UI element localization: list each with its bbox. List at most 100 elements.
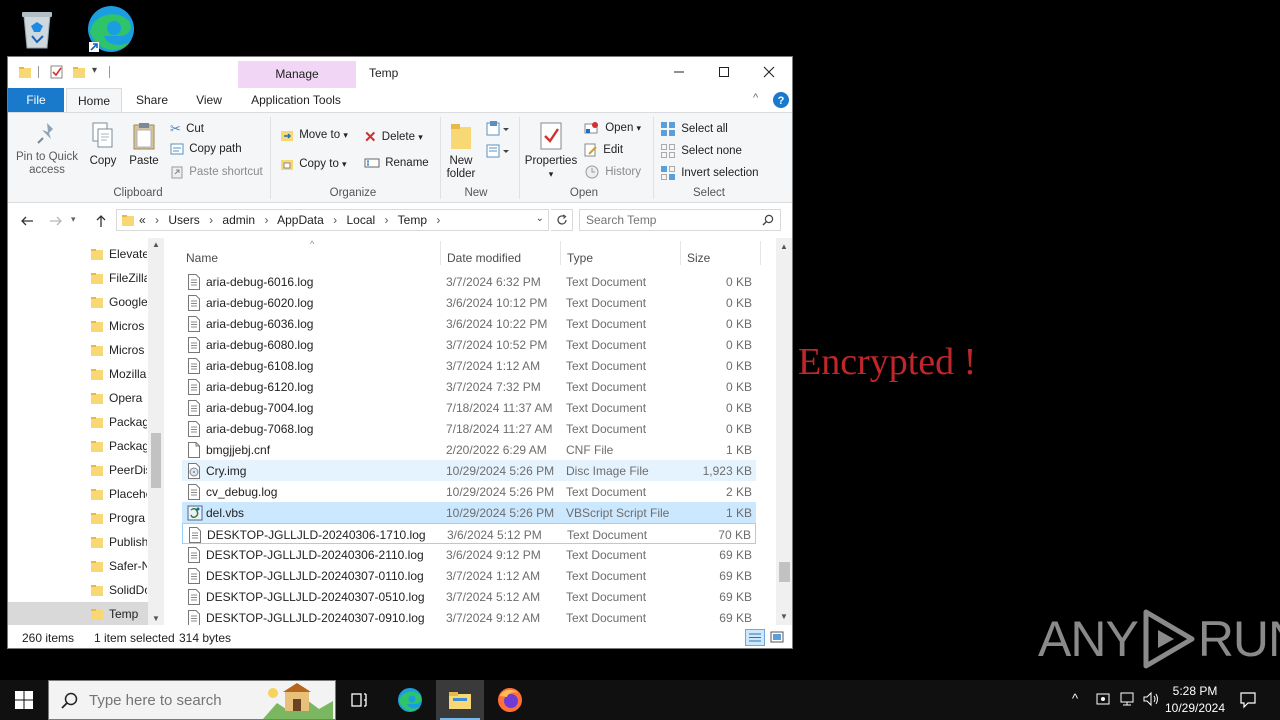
tab-home[interactable]: Home <box>66 88 122 112</box>
nav-folder-item[interactable]: Safer-N <box>8 554 148 578</box>
invert-selection-button[interactable]: Invert selection <box>660 165 759 181</box>
tab-application-tools[interactable]: Application Tools <box>240 88 352 112</box>
nav-folder-item[interactable]: Temp <box>8 602 148 625</box>
move-to-button[interactable]: Move to ▾ <box>280 128 348 142</box>
edge-shortcut-icon[interactable] <box>84 4 134 52</box>
file-row[interactable]: DESKTOP-JGLLJLD-20240306-2110.log 3/6/202… <box>182 544 756 565</box>
nav-scrollbar[interactable]: ▲ ▼ <box>148 238 164 625</box>
volume-icon[interactable] <box>1142 691 1160 707</box>
address-field[interactable]: « › Users › admin › AppData › Local › Te… <box>116 209 549 231</box>
back-button[interactable] <box>19 213 35 229</box>
network-icon[interactable] <box>1118 691 1136 707</box>
nav-folder-item[interactable]: SolidDo <box>8 578 148 602</box>
column-header-size[interactable]: Size <box>687 251 710 265</box>
file-row[interactable]: aria-debug-6036.log 3/6/2024 10:22 PM Text… <box>182 313 756 334</box>
nav-folder-item[interactable]: Opera <box>8 386 148 410</box>
scroll-up-icon[interactable]: ▲ <box>780 242 788 251</box>
nav-folder-item[interactable]: Packag <box>8 434 148 458</box>
up-button[interactable] <box>93 213 109 229</box>
scroll-down-icon[interactable]: ▼ <box>780 612 788 621</box>
select-all-button[interactable]: Select all <box>660 121 728 137</box>
search-box[interactable] <box>579 209 781 231</box>
breadcrumb-temp[interactable]: Temp <box>398 213 427 227</box>
column-divider[interactable] <box>560 241 561 265</box>
column-header-name[interactable]: Name <box>186 251 218 265</box>
properties-quick-icon[interactable] <box>50 65 64 79</box>
scroll-down-icon[interactable]: ▼ <box>152 614 160 623</box>
nav-scroll-thumb[interactable] <box>151 433 161 488</box>
breadcrumb-local[interactable]: Local <box>347 213 376 227</box>
file-row[interactable]: aria-debug-6020.log 3/6/2024 10:12 PM Text… <box>182 292 756 313</box>
file-row[interactable]: DESKTOP-JGLLJLD-20240307-0910.log 3/7/202… <box>182 607 756 625</box>
refresh-button[interactable] <box>551 209 573 231</box>
paste-shortcut-button[interactable]: Paste shortcut <box>170 165 263 179</box>
large-icons-view-icon[interactable] <box>770 630 784 644</box>
search-input[interactable] <box>586 213 756 227</box>
file-row[interactable]: aria-debug-6016.log 3/7/2024 6:32 PM Text … <box>182 271 756 292</box>
column-header-date[interactable]: Date modified <box>447 251 521 265</box>
collapse-ribbon-icon[interactable]: ^ <box>753 92 758 104</box>
file-row[interactable]: cv_debug.log 10/29/2024 5:26 PM Text Docum… <box>182 481 756 502</box>
start-button[interactable] <box>0 680 48 720</box>
history-button[interactable]: History <box>584 165 641 179</box>
file-row[interactable]: aria-debug-6080.log 3/7/2024 10:52 PM Text… <box>182 334 756 355</box>
new-folder-quick-icon[interactable] <box>72 65 86 79</box>
paste-button[interactable]: Paste <box>126 121 162 168</box>
quick-access-dropdown-icon[interactable]: ▾ <box>92 65 97 76</box>
file-row[interactable]: aria-debug-7068.log 7/18/2024 11:27 AM Tex… <box>182 418 756 439</box>
file-row[interactable]: aria-debug-6120.log 3/7/2024 7:32 PM Text … <box>182 376 756 397</box>
close-button[interactable] <box>746 57 791 87</box>
file-row[interactable]: bmgjjebj.cnf 2/20/2022 6:29 AM CNF File 1 K… <box>182 439 756 460</box>
breadcrumb-overflow[interactable]: « <box>139 213 146 227</box>
column-header-type[interactable]: Type <box>567 251 593 265</box>
column-divider[interactable] <box>760 241 761 265</box>
file-row[interactable]: aria-debug-7004.log 7/18/2024 11:37 AM Tex… <box>182 397 756 418</box>
nav-folder-item[interactable]: Publish <box>8 530 148 554</box>
easy-access-icon[interactable] <box>486 143 510 159</box>
file-list-scroll-thumb[interactable] <box>779 562 790 582</box>
file-row[interactable]: DESKTOP-JGLLJLD-20240306-1710.log 3/6/202… <box>182 523 756 544</box>
tab-view[interactable]: View <box>184 88 234 112</box>
file-row[interactable]: Cry.img 10/29/2024 5:26 PM Disc Image File… <box>182 460 756 481</box>
nav-folder-item[interactable]: Placeho <box>8 482 148 506</box>
nav-folder-item[interactable]: Packag <box>8 410 148 434</box>
taskbar-search-input[interactable] <box>89 692 269 709</box>
delete-button[interactable]: ✕ Delete ▾ <box>364 128 423 146</box>
notifications-icon[interactable] <box>1239 691 1257 709</box>
new-folder-button[interactable]: New folder <box>444 121 478 181</box>
taskbar-search[interactable] <box>48 680 336 720</box>
open-button[interactable]: Open ▾ <box>584 121 641 135</box>
new-item-icon[interactable] <box>486 121 510 137</box>
file-row[interactable]: aria-debug-6108.log 3/7/2024 1:12 AM Text … <box>182 355 756 376</box>
properties-button[interactable]: Properties ▾ <box>522 121 580 181</box>
cut-button[interactable]: ✂ Cut <box>170 121 204 137</box>
nav-folder-item[interactable]: PeerDis <box>8 458 148 482</box>
taskbar-firefox[interactable] <box>486 680 534 720</box>
file-row[interactable]: DESKTOP-JGLLJLD-20240307-0110.log 3/7/202… <box>182 565 756 586</box>
breadcrumb-admin[interactable]: admin <box>222 213 255 227</box>
rename-button[interactable]: Rename <box>364 157 429 169</box>
nav-folder-item[interactable]: FileZilla <box>8 266 148 290</box>
column-divider[interactable] <box>440 241 441 265</box>
taskbar-clock[interactable]: 5:28 PM 10/29/2024 <box>1160 683 1230 717</box>
nav-folder-item[interactable]: Micros <box>8 338 148 362</box>
taskbar-file-explorer[interactable] <box>436 680 484 720</box>
show-hidden-icons[interactable]: ^ <box>1072 691 1078 706</box>
edit-button[interactable]: Edit <box>584 143 623 157</box>
nav-folder-item[interactable]: Progra <box>8 506 148 530</box>
taskbar-edge[interactable] <box>386 680 434 720</box>
copy-button[interactable]: Copy <box>86 121 120 168</box>
breadcrumb-users[interactable]: Users <box>168 213 199 227</box>
pin-quick-access-button[interactable]: Pin to Quick access <box>14 121 80 177</box>
scroll-up-icon[interactable]: ▲ <box>152 240 160 249</box>
help-icon[interactable]: ? <box>773 92 789 108</box>
details-view-icon[interactable] <box>745 629 765 646</box>
address-dropdown-icon[interactable]: ⌄ <box>536 213 544 224</box>
nav-folder-item[interactable]: Mozilla <box>8 362 148 386</box>
tab-share[interactable]: Share <box>126 88 178 112</box>
nav-folder-item[interactable]: Google <box>8 290 148 314</box>
file-list-scrollbar[interactable]: ▲ ▼ <box>776 238 792 625</box>
column-divider[interactable] <box>680 241 681 265</box>
minimize-button[interactable] <box>656 57 701 87</box>
copy-to-button[interactable]: Copy to ▾ <box>280 157 347 171</box>
